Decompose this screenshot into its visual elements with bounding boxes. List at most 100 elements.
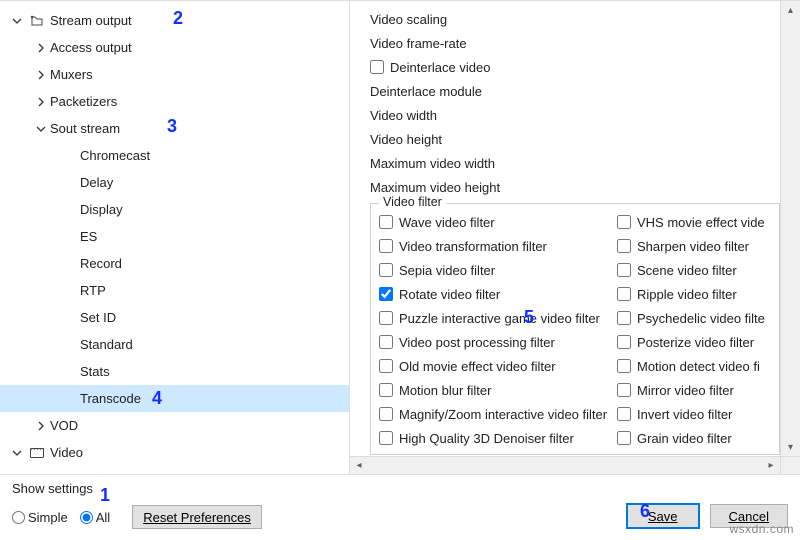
tree-sout-stream[interactable]: Sout stream (0, 115, 349, 142)
option-label: Deinterlace module (370, 84, 482, 99)
video-filter-checkbox[interactable]: Grain video filter (617, 426, 780, 450)
checkbox-label: Sharpen video filter (637, 239, 749, 254)
watermark: wsxdn.com (729, 522, 794, 536)
video-icon (26, 445, 48, 461)
tree-label: Access output (50, 40, 132, 55)
chevron-right-icon (32, 70, 50, 80)
option-label: Video width (370, 108, 437, 123)
tree-label: Sout stream (50, 121, 120, 136)
chevron-down-icon (8, 448, 26, 458)
tree-vod[interactable]: VOD (0, 412, 349, 439)
checkbox-label: Old movie effect video filter (399, 359, 556, 374)
video-filter-checkbox[interactable]: Old movie effect video filter (379, 354, 617, 378)
tree-rtp[interactable]: RTP (0, 277, 349, 304)
chevron-down-icon (32, 124, 50, 134)
video-filter-checkbox[interactable]: Motion detect video fi (617, 354, 780, 378)
video-filter-checkbox[interactable]: Magnify/Zoom interactive video filter (379, 402, 617, 426)
tree-es[interactable]: ES (0, 223, 349, 250)
scroll-up-icon[interactable]: ▴ (781, 1, 800, 19)
tree-label: RTP (80, 283, 106, 298)
tree-label: Stats (80, 364, 110, 379)
checkbox-label: Ripple video filter (637, 287, 737, 302)
save-button[interactable]: Save (626, 503, 700, 529)
show-settings-label: Show settings (12, 481, 93, 496)
tree-label: ES (80, 229, 97, 244)
video-filter-checkbox[interactable]: Invert video filter (617, 402, 780, 426)
video-filter-checkbox[interactable]: Video transformation filter (379, 234, 617, 258)
video-filter-checkbox[interactable]: VHS movie effect vide (617, 210, 780, 234)
video-filter-checkbox[interactable]: Puzzle interactive game video filter (379, 306, 617, 330)
video-filter-checkbox[interactable]: Sepia video filter (379, 258, 617, 282)
tree-chromecast[interactable]: Chromecast (0, 142, 349, 169)
tree-set-id[interactable]: Set ID (0, 304, 349, 331)
tree-label: Stream output (50, 13, 132, 28)
checkbox-label: Video post processing filter (399, 335, 555, 350)
video-filter-checkbox[interactable]: Wave video filter (379, 210, 617, 234)
video-filter-checkbox[interactable]: Rotate video filter (379, 282, 617, 306)
tree-label: Set ID (80, 310, 116, 325)
tree-label: Record (80, 256, 122, 271)
checkbox-label: Motion detect video fi (637, 359, 760, 374)
tree-transcode[interactable]: Transcode (0, 385, 349, 412)
video-filter-checkbox[interactable]: Video post processing filter (379, 330, 617, 354)
settings-mode-all[interactable]: All (80, 510, 110, 525)
horizontal-scrollbar[interactable]: ◂▸ (350, 456, 780, 474)
tree-record[interactable]: Record (0, 250, 349, 277)
vertical-scrollbar[interactable]: ▴▾ (780, 1, 800, 456)
video-filter-checkbox[interactable]: High Quality 3D Denoiser filter (379, 426, 617, 450)
tree-muxers[interactable]: Muxers (0, 61, 349, 88)
scroll-right-icon[interactable]: ▸ (762, 457, 780, 474)
tree-label: Standard (80, 337, 133, 352)
preferences-tree[interactable]: Stream output Access output Muxers Packe… (0, 1, 350, 474)
scroll-corner (780, 456, 800, 474)
tree-label: Transcode (80, 391, 141, 406)
checkbox-label: Video transformation filter (399, 239, 547, 254)
show-settings-radio-group: Simple All (12, 510, 118, 525)
checkbox-label: Psychedelic video filte (637, 311, 765, 326)
reset-preferences-button[interactable]: Reset Preferences (132, 505, 262, 529)
tree-label: Chromecast (80, 148, 150, 163)
tree-stats[interactable]: Stats (0, 358, 349, 385)
checkbox-label: Motion blur filter (399, 383, 491, 398)
settings-mode-simple[interactable]: Simple (12, 510, 68, 525)
bottom-bar: Show settings Simple All Reset Preferenc… (0, 475, 800, 540)
deinterlace-video-checkbox[interactable]: Deinterlace video (370, 55, 780, 79)
tree-standard[interactable]: Standard (0, 331, 349, 358)
scroll-left-icon[interactable]: ◂ (350, 457, 368, 474)
video-filter-checkbox[interactable]: Ripple video filter (617, 282, 780, 306)
tree-stream-output[interactable]: Stream output (0, 7, 349, 34)
group-title: Video filter (379, 195, 446, 209)
video-filter-checkbox[interactable]: Motion blur filter (379, 378, 617, 402)
checkbox-label: Mirror video filter (637, 383, 734, 398)
tree-label: Delay (80, 175, 113, 190)
checkbox-label: Deinterlace video (390, 60, 490, 75)
chevron-right-icon (32, 97, 50, 107)
video-filter-checkbox[interactable]: Mirror video filter (617, 378, 780, 402)
checkbox-label: Wave video filter (399, 215, 495, 230)
checkbox-label: Magnify/Zoom interactive video filter (399, 407, 607, 422)
checkbox-label: Rotate video filter (399, 287, 500, 302)
video-filter-checkbox[interactable]: Scene video filter (617, 258, 780, 282)
tree-packetizers[interactable]: Packetizers (0, 88, 349, 115)
checkbox-label: Posterize video filter (637, 335, 754, 350)
checkbox-label: Sepia video filter (399, 263, 495, 278)
option-label: Maximum video width (370, 156, 495, 171)
video-filter-checkbox[interactable]: Psychedelic video filte (617, 306, 780, 330)
checkbox-label: Invert video filter (637, 407, 732, 422)
tree-access-output[interactable]: Access output (0, 34, 349, 61)
video-filter-checkbox[interactable]: Posterize video filter (617, 330, 780, 354)
option-label: Video height (370, 132, 442, 147)
option-label: Video scaling (370, 12, 447, 27)
tree-video[interactable]: Video (0, 439, 349, 466)
tree-label: Packetizers (50, 94, 117, 109)
tree-delay[interactable]: Delay (0, 169, 349, 196)
radio-label: All (96, 510, 110, 525)
option-label: Maximum video height (370, 180, 500, 195)
option-label: Video frame-rate (370, 36, 467, 51)
tree-label: Display (80, 202, 123, 217)
checkbox-label: VHS movie effect vide (637, 215, 765, 230)
video-filter-checkbox[interactable]: Sharpen video filter (617, 234, 780, 258)
tree-display[interactable]: Display (0, 196, 349, 223)
scroll-down-icon[interactable]: ▾ (781, 438, 800, 456)
checkbox-label: High Quality 3D Denoiser filter (399, 431, 574, 446)
